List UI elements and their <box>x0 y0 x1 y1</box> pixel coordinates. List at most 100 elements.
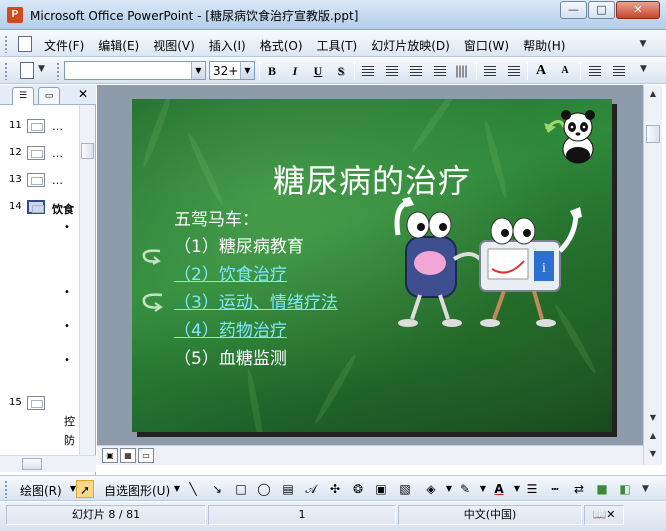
font-name-select[interactable]: ▼ <box>64 61 206 80</box>
outline-text: 饮食 <box>52 203 74 216</box>
diagram-tool-icon[interactable]: ✣ <box>326 480 344 498</box>
scroll-thumb[interactable] <box>81 143 94 159</box>
previous-slide-icon[interactable]: ▲ <box>646 429 660 443</box>
3d-style-icon[interactable]: ◧ <box>616 480 634 498</box>
toolbar-separator <box>476 62 477 80</box>
outline-row[interactable]: 13 … <box>0 171 78 191</box>
minimize-button[interactable]: — <box>560 1 587 19</box>
line-style-icon[interactable]: ☰ <box>523 480 541 498</box>
outline-row[interactable]: 11 … <box>0 117 78 137</box>
scroll-thumb[interactable] <box>22 458 42 470</box>
menu-view[interactable]: 视图(V) <box>153 37 195 54</box>
italic-button[interactable]: I <box>286 62 304 80</box>
tab-slides[interactable]: ▭ <box>38 87 60 104</box>
autoshapes-menu-button[interactable]: 自选图形(U) <box>104 482 170 499</box>
font-color-icon[interactable]: A <box>490 480 508 498</box>
decrease-font-button[interactable]: A <box>556 62 574 80</box>
next-slide-icon[interactable]: ▼ <box>646 447 660 461</box>
workspace-vscrollbar[interactable]: ▲ ▼ ▲ ▼ <box>643 85 662 465</box>
chevron-down-icon[interactable]: ▼ <box>240 62 254 79</box>
line-tool-icon[interactable]: ╲ <box>184 480 202 498</box>
menu-edit[interactable]: 编辑(E) <box>98 37 139 54</box>
text-shadow-button[interactable]: S <box>332 62 350 80</box>
maximize-button[interactable]: □ <box>588 1 615 19</box>
slide-sorter-view-button[interactable]: ▦ <box>120 448 136 463</box>
menu-format[interactable]: 格式(O) <box>260 37 303 54</box>
fill-color-icon[interactable]: ◈ <box>422 480 440 498</box>
close-button[interactable]: ✕ <box>616 1 660 19</box>
line-color-icon[interactable]: ✎ <box>456 480 474 498</box>
numbering-button[interactable] <box>481 62 499 80</box>
image-insert-icon[interactable]: ▧ <box>396 480 414 498</box>
arrow-tool-icon[interactable]: ↘ <box>208 480 226 498</box>
slideshow-view-button[interactable]: ▭ <box>138 448 154 463</box>
menu-file[interactable]: 文件(F) <box>44 37 84 54</box>
select-pointer-icon[interactable]: ➚ <box>76 480 94 498</box>
decrease-indent-button[interactable] <box>586 62 604 80</box>
menu-overflow-dropdown[interactable]: ▼ <box>636 35 650 53</box>
slide-number: 13 <box>9 174 22 185</box>
menu-slideshow[interactable]: 幻灯片放映(D) <box>371 37 450 54</box>
font-size-select[interactable]: 32+ ▼ <box>209 61 255 80</box>
toolbar-grip[interactable] <box>4 62 8 80</box>
swirl-action-icon[interactable] <box>138 291 166 313</box>
dash-style-icon[interactable]: ┅ <box>546 480 564 498</box>
toolbar-grip[interactable] <box>4 35 8 53</box>
outline-row-selected[interactable]: 14 饮食 <box>0 198 78 218</box>
draw-menu-button[interactable]: 绘图(R) <box>20 482 62 499</box>
slide-link-medication[interactable]: （4）药物治疗 <box>174 316 287 341</box>
scroll-thumb[interactable] <box>646 125 660 143</box>
slide-intro[interactable]: 五驾马车： <box>174 205 259 230</box>
wordart-tool-icon[interactable]: 𝒜 <box>302 480 320 498</box>
menu-insert[interactable]: 插入(I) <box>209 37 246 54</box>
textbox-tool-icon[interactable]: ▤ <box>279 480 297 498</box>
increase-font-button[interactable]: A <box>532 62 550 80</box>
slide-list-item[interactable]: （1）糖尿病教育 <box>174 232 304 257</box>
chevron-down-icon[interactable]: ▼ <box>191 62 205 79</box>
arrow-style-icon[interactable]: ⇄ <box>570 480 588 498</box>
toolbar-options-dropdown[interactable]: ▼ <box>642 484 649 494</box>
picture-tool-icon[interactable]: ▣ <box>372 480 390 498</box>
toolbar-grip[interactable] <box>4 480 8 498</box>
outline-row[interactable]: 12 … <box>0 144 78 164</box>
scroll-up-icon[interactable]: ▲ <box>646 87 660 101</box>
slide-link-exercise[interactable]: （3）运动、情绪疗法 <box>174 288 338 313</box>
menu-tools[interactable]: 工具(T) <box>317 37 358 54</box>
spelling-check-icon[interactable]: 📖✕ <box>584 505 624 525</box>
toolbar-separator <box>580 62 581 80</box>
slide-canvas[interactable]: 糖尿病的治疗 五驾马车： （1）糖尿病教育 （2）饮食治疗 （3）运动、情绪疗法… <box>132 99 612 432</box>
oval-tool-icon[interactable]: ◯ <box>255 480 273 498</box>
toolbar-options-dropdown[interactable]: ▼ <box>38 64 45 74</box>
align-right-button[interactable] <box>407 62 425 80</box>
toolbar-options-dropdown[interactable]: ▼ <box>640 64 647 74</box>
language-status: 中文(中国) <box>398 505 582 525</box>
normal-view-button[interactable]: ▣ <box>102 448 118 463</box>
document-icon[interactable] <box>18 36 32 52</box>
increase-indent-button[interactable] <box>610 62 628 80</box>
menu-window[interactable]: 窗口(W) <box>464 37 509 54</box>
menu-help[interactable]: 帮助(H) <box>523 37 565 54</box>
toolbar-grip[interactable] <box>56 62 60 80</box>
slide-number: 15 <box>9 397 22 408</box>
close-icon[interactable]: ✕ <box>78 87 88 101</box>
outline-row[interactable]: 15 <box>0 394 78 414</box>
outline-scrollbar[interactable] <box>79 105 95 455</box>
clipart-tool-icon[interactable]: ❂ <box>349 480 367 498</box>
swirl-action-icon[interactable] <box>138 247 164 267</box>
scroll-down-icon[interactable]: ▼ <box>646 411 660 425</box>
slide-link-diet[interactable]: （2）饮食治疗 <box>174 260 287 285</box>
distributed-align-button[interactable] <box>431 62 449 80</box>
rectangle-tool-icon[interactable]: □ <box>232 480 250 498</box>
shadow-style-icon[interactable]: ■ <box>593 480 611 498</box>
new-document-icon[interactable] <box>20 62 34 79</box>
outline-hscrollbar[interactable] <box>0 455 96 472</box>
bold-button[interactable]: B <box>263 62 281 80</box>
text-direction-button[interactable] <box>452 62 470 80</box>
align-left-button[interactable] <box>359 62 377 80</box>
slide-list-item[interactable]: （5）血糖监测 <box>174 344 287 369</box>
bullets-button[interactable] <box>505 62 523 80</box>
align-center-button[interactable] <box>383 62 401 80</box>
underline-button[interactable]: U <box>309 62 327 80</box>
formatting-toolbar: ▼ ▼ 32+ ▼ B I U S A A ▼ <box>0 58 666 84</box>
tab-outline[interactable]: ☰ <box>12 87 34 105</box>
